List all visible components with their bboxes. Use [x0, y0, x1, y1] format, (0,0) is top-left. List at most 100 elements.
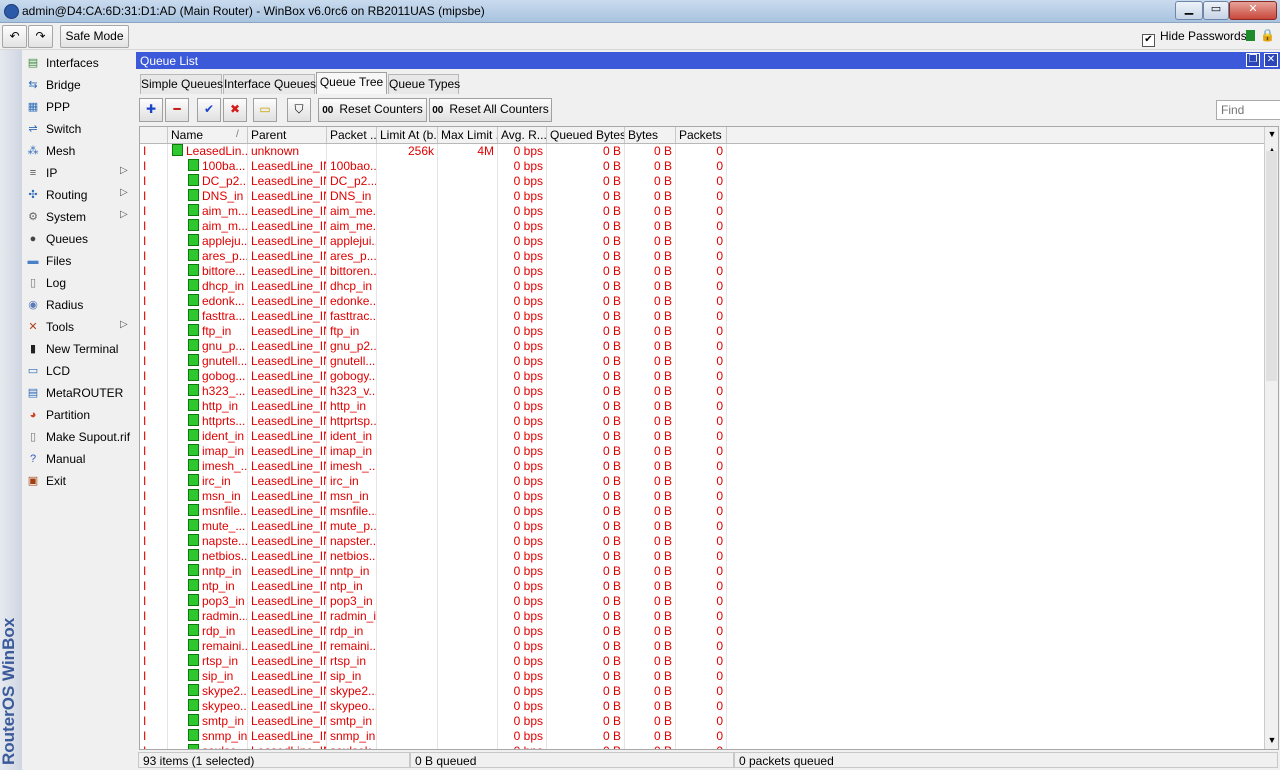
table-row[interactable]: Iimap_in LeasedLine_IN imap_in 0 bps 0 B0 B0 [140, 444, 1262, 459]
mesh-icon: ⁂ [27, 145, 39, 157]
redo-button[interactable]: ↷ [28, 25, 53, 48]
sidebar-item-routing[interactable]: ✣ Routing ▷ [22, 184, 134, 206]
close-panel-button[interactable]: ✕ [1264, 53, 1278, 67]
column-header-qbytes[interactable]: Queued Bytes [547, 127, 625, 143]
sidebar-item-lcd[interactable]: ▭ LCD [22, 360, 134, 382]
reset-counters-button[interactable]: 00 Reset Counters [318, 98, 427, 122]
column-header-max[interactable]: Max Limit ... [438, 127, 498, 143]
table-row[interactable]: Iedonk... LeasedLine_IN edonke... 0 bps 0 B0… [140, 294, 1262, 309]
column-header-avg[interactable]: Avg. R... [498, 127, 547, 143]
table-row[interactable]: Ifasttra... LeasedLine_IN fasttrac... 0 bps… [140, 309, 1262, 324]
header-menu-icon[interactable]: ▼ [1265, 127, 1278, 141]
sidebar-item-radius[interactable]: ◉ Radius [22, 294, 134, 316]
table-row[interactable]: Isnmp_in LeasedLine_IN snmp_in 0 bps 0 B0 B0 [140, 729, 1262, 744]
table-row[interactable]: Ignutell... LeasedLine_IN gnutell... 0 bps 0… [140, 354, 1262, 369]
enable-icon[interactable]: ✔ [197, 98, 221, 122]
table-row[interactable]: Imsn_in LeasedLine_IN msn_in 0 bps 0 B0 B0 [140, 489, 1262, 504]
scrollbar-thumb[interactable] [1266, 151, 1277, 381]
tab-queue-types[interactable]: Queue Types [388, 74, 460, 94]
column-header-packet[interactable]: Packet ... [327, 127, 377, 143]
sidebar-item-exit[interactable]: ▣ Exit [22, 470, 134, 492]
table-row[interactable]: Inetbios... LeasedLine_IN netbios... 0 bps 0… [140, 549, 1262, 564]
table-row[interactable]: Irdp_in LeasedLine_IN rdp_in 0 bps 0 B0 B0 [140, 624, 1262, 639]
column-header-parent[interactable]: Parent [248, 127, 327, 143]
table-row[interactable]: I DNS_in LeasedLine_IN DNS_in 0 bps 0 B0 B0 [140, 189, 1262, 204]
table-row[interactable]: Imute_... LeasedLine_IN mute_p... 0 bps 0 B0… [140, 519, 1262, 534]
sidebar-item-queues[interactable]: ● Queues [22, 228, 134, 250]
sidebar-item-interfaces[interactable]: ▤ Interfaces [22, 52, 134, 74]
table-row[interactable]: Ismtp_in LeasedLine_IN smtp_in 0 bps 0 B0 B0 [140, 714, 1262, 729]
table-row[interactable]: Ipop3_in LeasedLine_IN pop3_in 0 bps 0 B0 B0 [140, 594, 1262, 609]
undo-button[interactable]: ↶ [2, 25, 27, 48]
add-icon[interactable]: ✚ [139, 98, 163, 122]
filter-icon[interactable]: ⛉ [287, 98, 311, 122]
column-header-flag[interactable] [140, 127, 168, 143]
table-row[interactable]: Iaim_m...LeasedLine_INaim_me...0 bps0 B0… [140, 204, 1262, 219]
column-header-limit[interactable]: Limit At (b... [377, 127, 438, 143]
table-row[interactable]: Ignu_p... LeasedLine_IN gnu_p2... 0 bps 0 B0… [140, 339, 1262, 354]
table-row[interactable]: Iremaini... LeasedLine_IN remaini... 0 bps 0… [140, 639, 1262, 654]
sidebar-item-mesh[interactable]: ⁂ Mesh [22, 140, 134, 162]
sidebar-item-metarouter[interactable]: ▤ MetaROUTER [22, 382, 134, 404]
sidebar-item-new-terminal[interactable]: ▮ New Terminal [22, 338, 134, 360]
cell-avg: 0 bps [498, 219, 547, 234]
queue-icon [188, 324, 199, 336]
minimize-button[interactable]: ▁ [1175, 1, 1203, 20]
table-row[interactable]: Idhcp_in LeasedLine_IN dhcp_in 0 bps 0 B0 B0 [140, 279, 1262, 294]
disable-icon[interactable]: ✖ [223, 98, 247, 122]
sidebar-item-ip[interactable]: ≡ IP ▷ [22, 162, 134, 184]
tab-queue-tree[interactable]: Queue Tree [316, 72, 387, 94]
table-row[interactable]: Iappleju... LeasedLine_IN applejui... 0 bps… [140, 234, 1262, 249]
table-row[interactable]: Imsnfile... LeasedLine_IN msnfile... 0 bps 0… [140, 504, 1262, 519]
table-row[interactable]: Ihttp_in LeasedLine_IN http_in 0 bps 0 B0 B0 [140, 399, 1262, 414]
table-row[interactable]: Iftp_in LeasedLine_IN ftp_in 0 bps 0 B0 B0 [140, 324, 1262, 339]
table-row[interactable]: I DC_p2... LeasedLine_IN DC_p2... 0 bps 0 B0 … [140, 174, 1262, 189]
scroll-down-icon[interactable]: ▼ [1265, 733, 1278, 747]
find-input[interactable] [1216, 100, 1280, 120]
table-row[interactable]: Iimesh_... LeasedLine_IN imesh_... 0 bps 0 B… [140, 459, 1262, 474]
tab-simple-queues[interactable]: Simple Queues [140, 74, 223, 94]
safe-mode-button[interactable]: Safe Mode [60, 25, 129, 48]
sidebar-item-system[interactable]: ⚙ System ▷ [22, 206, 134, 228]
maximize-button[interactable]: ▭ [1203, 1, 1229, 20]
table-row[interactable]: I LeasedLin... unknown 256k 4M 0 bps 0 B0 B0 [140, 144, 1262, 159]
table-row[interactable]: Iskype2... LeasedLine_IN skype2... 0 bps 0 B… [140, 684, 1262, 699]
reset-all-counters-button[interactable]: 00 Reset All Counters [429, 98, 552, 122]
table-row[interactable]: Ihttprts... LeasedLine_IN httprtsp... 0 bps… [140, 414, 1262, 429]
table-row[interactable]: Inapste... LeasedLine_IN napster... 0 bps 0 … [140, 534, 1262, 549]
table-row[interactable]: Irtsp_in LeasedLine_IN rtsp_in 0 bps 0 B0 B0 [140, 654, 1262, 669]
table-row[interactable]: Igobog... LeasedLine_IN gobogy... 0 bps 0 B0… [140, 369, 1262, 384]
sidebar-item-ppp[interactable]: ▦ PPP [22, 96, 134, 118]
table-row[interactable]: Ih323_... LeasedLine_IN h323_v... 0 bps 0 B0… [140, 384, 1262, 399]
vertical-scrollbar[interactable]: ▼ ▲ ▼ [1264, 127, 1278, 749]
sidebar-item-bridge[interactable]: ⇆ Bridge [22, 74, 134, 96]
table-row[interactable]: Isoulse...LeasedLine_INsoulsek...0 bps0 … [140, 744, 1262, 749]
sidebar-item-tools[interactable]: ✕ Tools ▷ [22, 316, 134, 338]
table-row[interactable]: Iradmin...LeasedLine_INradmin_in0 bps0 B… [140, 609, 1262, 624]
table-row[interactable]: Iskypeo... LeasedLine_IN skypeo... 0 bps 0 B… [140, 699, 1262, 714]
table-row[interactable]: Iaim_m...LeasedLine_INaim_me...0 bps0 B0… [140, 219, 1262, 234]
remove-icon[interactable]: ━ [165, 98, 189, 122]
table-row[interactable]: Intp_in LeasedLine_IN ntp_in 0 bps 0 B0 B0 [140, 579, 1262, 594]
table-row[interactable]: Ibittore... LeasedLine_IN bittoren... 0 bps… [140, 264, 1262, 279]
table-row[interactable]: Inntp_in LeasedLine_IN nntp_in 0 bps 0 B0 B0 [140, 564, 1262, 579]
column-header-packets[interactable]: Packets [676, 127, 727, 143]
table-row[interactable]: Iirc_in LeasedLine_IN irc_in 0 bps 0 B0 B0 [140, 474, 1262, 489]
hide-passwords-toggle[interactable]: ✔ Hide Passwords [1142, 29, 1247, 47]
column-header-bytes[interactable]: Bytes [625, 127, 676, 143]
table-row[interactable]: Isip_in LeasedLine_IN sip_in 0 bps 0 B0 B0 [140, 669, 1262, 684]
table-row[interactable]: Iares_p... LeasedLine_IN ares_p... 0 bps 0 B… [140, 249, 1262, 264]
sidebar-item-partition[interactable]: ◕ Partition [22, 404, 134, 426]
table-row[interactable]: Iident_in LeasedLine_IN ident_in 0 bps 0 B0 … [140, 429, 1262, 444]
close-window-button[interactable]: ✕ [1229, 1, 1277, 20]
restore-panel-button[interactable]: ❐ [1246, 53, 1260, 67]
sidebar-item-files[interactable]: ▬ Files [22, 250, 134, 272]
tab-interface-queues[interactable]: Interface Queues [223, 74, 316, 94]
sidebar-item-log[interactable]: ▯ Log [22, 272, 134, 294]
sidebar-item-manual[interactable]: ? Manual [22, 448, 134, 470]
hide-passwords-checkbox[interactable]: ✔ [1142, 34, 1155, 47]
table-row[interactable]: I 100ba... LeasedLine_IN 100bao... 0 bps 0 B0… [140, 159, 1262, 174]
comment-icon[interactable]: ▭ [253, 98, 277, 122]
sidebar-item-make-supout-rif[interactable]: ▯ Make Supout.rif [22, 426, 134, 448]
sidebar-item-switch[interactable]: ⇌ Switch [22, 118, 134, 140]
